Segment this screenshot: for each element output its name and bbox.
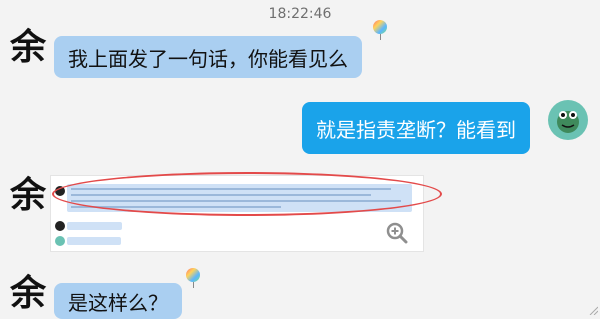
message-bubble[interactable]: 我上面发了一句话，你能看见么 (54, 36, 362, 78)
balloon-badge-icon (373, 20, 387, 40)
message-text: 就是指责垄断？能看到 (316, 117, 516, 142)
mini-avatar (55, 236, 65, 246)
mini-avatar (55, 221, 65, 231)
mini-bubble (67, 222, 122, 230)
balloon-badge-icon (186, 268, 200, 288)
message-text: 是这样么？ (68, 290, 168, 315)
avatar-char: 余 (9, 26, 46, 68)
frog-avatar-icon (557, 111, 579, 133)
mini-bubble (67, 237, 121, 245)
avatar-char: 余 (9, 174, 46, 216)
resize-grip-icon[interactable] (586, 300, 599, 316)
avatar[interactable]: 余 (6, 22, 50, 68)
message-bubble[interactable]: 就是指责垄断？能看到 (302, 102, 530, 154)
highlight-ellipse (52, 172, 442, 216)
avatar[interactable]: 余 (6, 170, 50, 216)
zoom-in-icon (386, 222, 408, 244)
avatar[interactable] (548, 100, 588, 140)
zoom-button[interactable] (386, 222, 408, 244)
avatar-char: 余 (9, 272, 46, 314)
avatar[interactable]: 余 (6, 268, 50, 314)
message-text: 我上面发了一句话，你能看见么 (68, 46, 348, 71)
timestamp: 18:22:46 (268, 6, 332, 22)
